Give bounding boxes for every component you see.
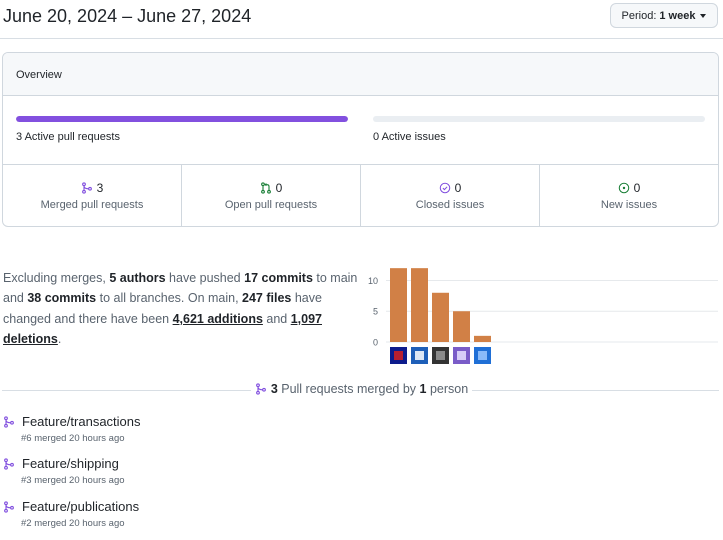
y-tick-label: 10 bbox=[368, 276, 378, 286]
pull-request-item: Feature/publications #2 merged 20 hours … bbox=[3, 499, 403, 529]
pull-requests-progress-fill bbox=[16, 116, 348, 122]
overview-panel: Overview 3 Active pull requests 0 Active… bbox=[2, 52, 719, 227]
stat-new-issues[interactable]: 0 New issues bbox=[540, 165, 718, 226]
stat-label: New issues bbox=[600, 199, 658, 211]
commits-main-count: 17 commits bbox=[244, 271, 313, 285]
active-pull-requests-link[interactable]: 3 Active pull requests bbox=[16, 131, 120, 143]
issue-closed-icon bbox=[439, 182, 450, 194]
stat-merged-pull-requests[interactable]: 3 Merged pull requests bbox=[3, 165, 182, 226]
summary-text: Excluding merges, bbox=[3, 271, 110, 285]
contributor-avatar[interactable] bbox=[411, 347, 428, 364]
stat-count: 0 bbox=[633, 181, 641, 195]
contributor-bar[interactable] bbox=[453, 311, 470, 342]
merged-count: 3 bbox=[270, 382, 278, 396]
pull-request-meta: #3 merged 20 hours ago bbox=[21, 475, 125, 486]
stat-closed-issues[interactable]: 0 Closed issues bbox=[361, 165, 540, 226]
git-merge-icon bbox=[255, 383, 266, 395]
y-tick-label: 5 bbox=[373, 307, 378, 317]
summary-text: . bbox=[57, 331, 62, 346]
merged-pull-requests-heading: 3 Pull requests merged by 1 person bbox=[0, 382, 723, 398]
pull-request-meta: #2 merged 20 hours ago bbox=[21, 518, 125, 529]
overview-title: Overview bbox=[16, 69, 62, 81]
header: June 20, 2024 – June 27, 2024 Period: 1 … bbox=[0, 0, 723, 39]
pull-request-title-link[interactable]: Feature/publications bbox=[22, 499, 139, 514]
contributor-bar[interactable] bbox=[390, 268, 407, 342]
merged-text: person bbox=[426, 382, 469, 396]
period-dropdown-button[interactable]: Period: 1 week bbox=[610, 3, 718, 28]
pull-request-title-link[interactable]: Feature/shipping bbox=[22, 456, 119, 471]
git-merge-icon bbox=[81, 182, 92, 194]
stat-label: Open pull requests bbox=[224, 199, 318, 211]
pull-request-title-link[interactable]: Feature/transactions bbox=[22, 414, 141, 429]
pull-request-meta: #6 merged 20 hours ago bbox=[21, 433, 125, 444]
git-pull-request-icon bbox=[260, 182, 271, 194]
commit-summary: Excluding merges, 5 authors have pushed … bbox=[3, 268, 358, 349]
git-merge-icon bbox=[4, 415, 14, 428]
active-issues-link[interactable]: 0 Active issues bbox=[373, 131, 446, 143]
contributor-bar[interactable] bbox=[432, 292, 449, 342]
contributor-avatar[interactable] bbox=[390, 347, 407, 364]
period-value: 1 week bbox=[659, 9, 696, 22]
contributor-bar[interactable] bbox=[474, 335, 491, 342]
merged-text: Pull requests merged by bbox=[277, 382, 420, 396]
contributor-avatar[interactable] bbox=[453, 347, 470, 364]
contributor-bar[interactable] bbox=[411, 268, 428, 342]
git-merge-icon bbox=[4, 500, 14, 513]
contributor-avatar[interactable] bbox=[474, 347, 491, 364]
authors-count: 5 authors bbox=[109, 271, 166, 285]
git-merge-icon bbox=[4, 457, 14, 470]
additions-link[interactable]: 4,621 additions bbox=[173, 312, 263, 326]
stat-open-pull-requests[interactable]: 0 Open pull requests bbox=[182, 165, 361, 226]
stat-count: 0 bbox=[275, 181, 283, 195]
commits-all-count: 38 commits bbox=[27, 291, 97, 306]
contributors-bar-chart: 10 5 0 bbox=[368, 268, 718, 364]
y-tick-label: 0 bbox=[373, 338, 378, 348]
files-count: 247 files bbox=[242, 291, 292, 306]
summary-text: have pushed bbox=[165, 271, 245, 285]
summary-text: and bbox=[262, 311, 291, 326]
date-range-title: June 20, 2024 – June 27, 2024 bbox=[3, 6, 252, 26]
contributor-avatar[interactable] bbox=[432, 347, 449, 364]
period-label: Period: bbox=[621, 9, 657, 22]
caret-down-icon bbox=[700, 13, 707, 18]
issue-opened-icon bbox=[618, 182, 629, 194]
pull-requests-progress-bar bbox=[16, 116, 348, 122]
overview-header: Overview bbox=[3, 53, 718, 96]
stat-label: Closed issues bbox=[415, 199, 485, 211]
stat-count: 3 bbox=[96, 181, 104, 195]
stat-count: 0 bbox=[454, 181, 462, 195]
overview-stats: 3 Merged pull requests 0 Open pull reque… bbox=[3, 165, 718, 226]
pull-request-item: Feature/shipping #3 merged 20 hours ago bbox=[3, 456, 403, 486]
summary-text: to all branches. On main, bbox=[96, 291, 243, 306]
pull-request-item: Feature/transactions #6 merged 20 hours … bbox=[3, 414, 403, 444]
stat-label: Merged pull requests bbox=[40, 199, 144, 211]
issues-progress-bar bbox=[373, 116, 705, 122]
overview-progress: 3 Active pull requests 0 Active issues bbox=[3, 96, 718, 165]
